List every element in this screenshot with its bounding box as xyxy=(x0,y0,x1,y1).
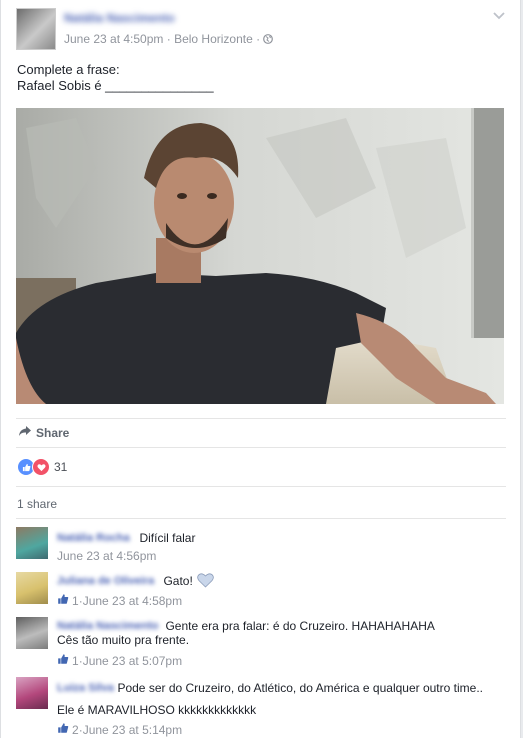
meta-separator: · xyxy=(252,32,264,46)
share-arrow-icon xyxy=(18,425,32,440)
divider xyxy=(16,486,506,487)
post-photo[interactable] xyxy=(16,108,504,404)
author-avatar[interactable] xyxy=(16,8,56,50)
comment-text-line2: Ele é MARAVILHOSO kkkkkkkkkkkkk xyxy=(57,703,257,717)
comment-author[interactable]: Natália Nascimento xyxy=(57,620,161,632)
post-text-line1: Complete a frase: xyxy=(17,62,120,77)
comment-meta: 1 · June 23 at 5:07pm xyxy=(57,653,182,668)
post-card: Natália Nascimento June 23 at 4:50pm · B… xyxy=(0,0,521,738)
comment-text: Gente era pra falar: é do Cruzeiro. HAHA… xyxy=(165,619,435,633)
comment-text: Gato! xyxy=(163,574,193,588)
post-date[interactable]: June 23 at 4:50pm xyxy=(64,32,163,46)
author-name[interactable]: Natália Nascimento xyxy=(64,11,189,25)
like-icon[interactable] xyxy=(57,653,69,668)
post-text-line2: Rafael Sobis é _______________ xyxy=(17,78,214,93)
share-label: Share xyxy=(36,425,70,440)
comment-meta: 1 · June 23 at 4:58pm xyxy=(57,593,182,608)
heart-emoji-icon xyxy=(197,572,215,589)
divider xyxy=(16,518,506,519)
comment-time[interactable]: June 23 at 4:58pm xyxy=(83,594,182,608)
love-icon xyxy=(32,458,50,476)
comment-text-line2: Cês tão muito pra frente. xyxy=(57,633,190,647)
comment-like-count: 1 xyxy=(72,593,79,608)
globe-icon xyxy=(263,32,274,46)
like-icon[interactable] xyxy=(57,722,69,737)
share-button[interactable]: Share xyxy=(18,425,69,440)
meta-separator: · xyxy=(163,32,175,46)
comment-time[interactable]: June 23 at 4:56pm xyxy=(57,549,156,563)
comment-avatar[interactable] xyxy=(16,617,48,649)
comment-meta: 2 · June 23 at 5:14pm xyxy=(57,722,182,737)
comment-time[interactable]: June 23 at 5:14pm xyxy=(83,723,182,737)
comment-meta: June 23 at 4:56pm xyxy=(57,549,156,563)
photo-man-sitting xyxy=(16,108,504,404)
reaction-summary[interactable]: 31 xyxy=(17,458,67,476)
comment-avatar[interactable] xyxy=(16,677,48,709)
comment-author[interactable]: Natália Rocha xyxy=(57,532,135,544)
like-icon[interactable] xyxy=(57,593,69,608)
post-action-bar: Share xyxy=(16,418,506,448)
post-header: Natália Nascimento June 23 at 4:50pm · B… xyxy=(16,8,511,50)
post-location[interactable]: Belo Horizonte xyxy=(174,32,253,46)
shares-link[interactable]: 1 share xyxy=(17,497,57,511)
comment-avatar[interactable] xyxy=(16,527,48,559)
reaction-count: 31 xyxy=(54,460,68,474)
comment-like-count: 1 xyxy=(72,653,79,668)
comment-text: Difícil falar xyxy=(139,531,196,545)
post-meta: June 23 at 4:50pm · Belo Horizonte · xyxy=(64,32,274,46)
comment-author[interactable]: Luiza Silva xyxy=(57,682,114,694)
post-text: Complete a frase: Rafael Sobis é _______… xyxy=(17,62,214,94)
comment-text: Pode ser do Cruzeiro, do Atlético, do Am… xyxy=(117,681,483,695)
post-options-chevron-icon[interactable] xyxy=(493,8,505,23)
comment-time[interactable]: June 23 at 5:07pm xyxy=(83,654,182,668)
comment-author[interactable]: Juliana de Oliveira xyxy=(57,575,159,587)
comment-avatar[interactable] xyxy=(16,572,48,604)
comment-like-count: 2 xyxy=(72,722,79,737)
